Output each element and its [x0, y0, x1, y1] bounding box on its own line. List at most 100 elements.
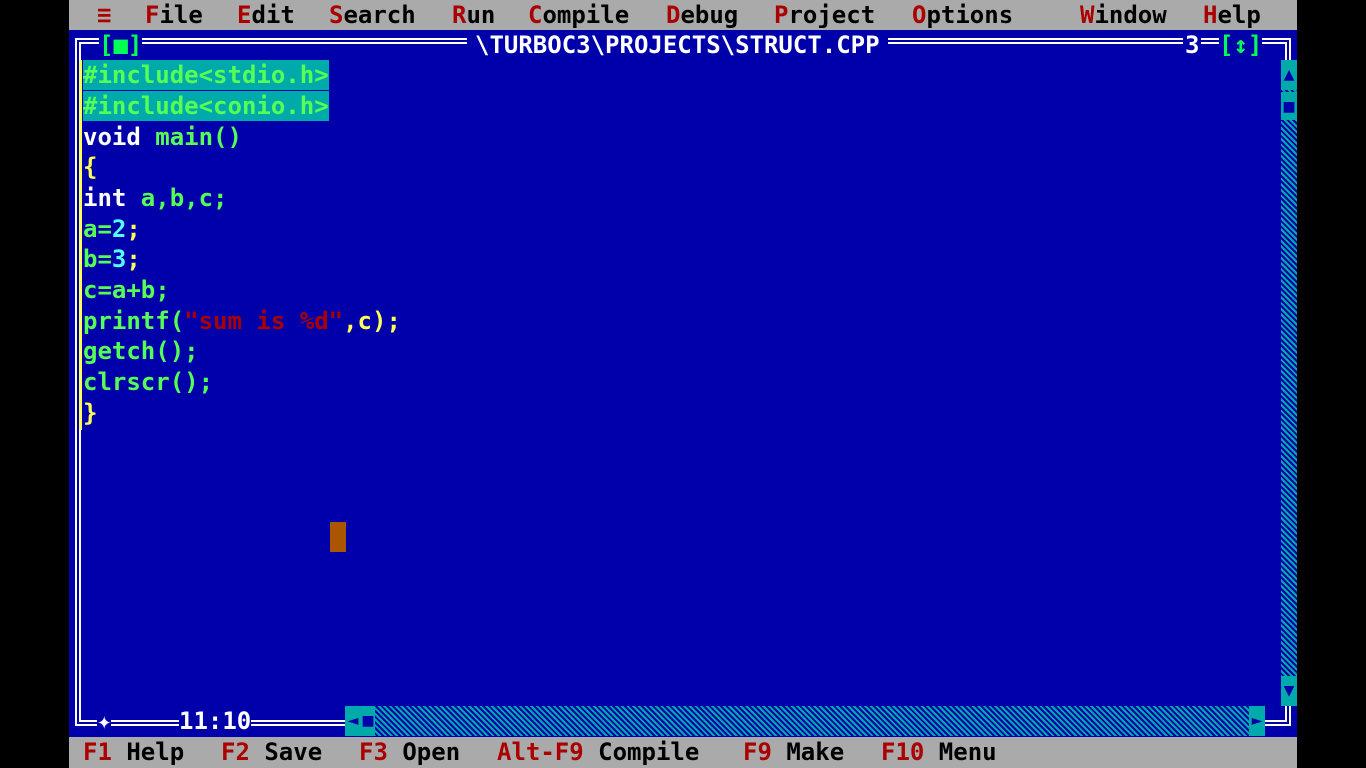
code-text: c=a+b;	[83, 276, 170, 304]
code-editor[interactable]: #include<stdio.h> #include<conio.h> void…	[79, 60, 1279, 706]
menu-window[interactable]: Window	[1080, 0, 1167, 30]
code-line: getch();	[83, 336, 199, 366]
menu-label: indow	[1094, 1, 1167, 29]
code-text: getch();	[83, 337, 199, 365]
code-text: ;	[126, 215, 141, 243]
code-number: 2	[111, 215, 127, 243]
scroll-left-arrow-icon[interactable]: ◄	[345, 706, 361, 736]
menu-debug[interactable]: Debug	[666, 0, 738, 30]
window-zoom-button[interactable]: [↕]	[1219, 30, 1263, 60]
code-text: clrscr();	[83, 368, 214, 396]
code-line: #include<conio.h>	[83, 91, 329, 121]
code-keyword: int	[83, 184, 127, 212]
menu-label: earch	[343, 1, 416, 29]
status-label: Open	[387, 738, 461, 766]
code-line: int a,b,c;	[83, 183, 228, 213]
menu-project[interactable]: Project	[774, 0, 875, 30]
status-compile[interactable]: Alt-F9 Compile	[497, 737, 699, 767]
modified-indicator-icon: ✦	[97, 706, 112, 736]
code-text: printf(	[83, 307, 185, 335]
vertical-scroll-thumb[interactable]: ■	[1281, 92, 1297, 120]
menu-help[interactable]: Help	[1203, 0, 1261, 30]
status-make[interactable]: F9 Make	[743, 737, 844, 767]
text-cursor	[330, 522, 346, 552]
zoom-icon[interactable]: [↕]	[1219, 31, 1262, 59]
code-gutter-marker	[79, 60, 82, 430]
menu-hotkey: C	[528, 1, 543, 29]
menu-label: ptions	[926, 1, 1014, 29]
cursor-position: 11:10	[179, 706, 252, 736]
code-text: a=	[83, 215, 112, 243]
vertical-scrollbar[interactable]	[1281, 60, 1297, 706]
menu-hotkey: D	[666, 1, 681, 29]
menu-options[interactable]: Options	[912, 0, 1013, 30]
code-text: #include<stdio.h>	[83, 61, 329, 89]
code-text: b=	[83, 245, 112, 273]
code-text: }	[83, 399, 98, 427]
code-line: b=3;	[83, 244, 141, 274]
turbo-c-ide: ≡ File Edit Search Run Compile Debug Pro…	[69, 0, 1297, 768]
code-text: ;	[126, 245, 141, 273]
status-open[interactable]: F3 Open	[359, 737, 460, 767]
code-text: main()	[140, 123, 242, 151]
code-text: #include<conio.h>	[83, 92, 329, 120]
window-close-button[interactable]: [■]	[99, 30, 143, 60]
menu-file[interactable]: File	[145, 0, 203, 30]
menu-hotkey: H	[1203, 1, 1218, 29]
code-number: 3	[111, 245, 127, 273]
status-save[interactable]: F2 Save	[221, 737, 322, 767]
code-line: c=a+b;	[83, 275, 170, 305]
code-line: a=2;	[83, 214, 141, 244]
menu-label: ebug	[680, 1, 739, 29]
code-text: ,c);	[343, 307, 401, 335]
menu-compile[interactable]: Compile	[528, 0, 629, 30]
code-line: }	[83, 398, 97, 428]
system-menu[interactable]: ≡	[97, 0, 111, 30]
status-key: Alt-F9	[497, 738, 584, 766]
code-keyword: void	[83, 123, 141, 151]
horizontal-scrollbar[interactable]	[345, 706, 1265, 736]
scroll-down-arrow-icon[interactable]: ▼	[1281, 676, 1297, 706]
status-menu[interactable]: F10 Menu	[881, 737, 997, 767]
status-label: Make	[771, 738, 845, 766]
menu-label: elp	[1217, 1, 1261, 29]
menu-bar: ≡ File Edit Search Run Compile Debug Pro…	[69, 0, 1297, 30]
menu-hotkey: P	[774, 1, 789, 29]
menu-edit[interactable]: Edit	[237, 0, 295, 30]
horizontal-scroll-thumb[interactable]: ■	[361, 706, 375, 736]
menu-hotkey: R	[452, 1, 467, 29]
menu-label: roject	[788, 1, 876, 29]
menu-label: ompile	[542, 1, 630, 29]
status-key: F10	[881, 738, 925, 766]
status-key: F1	[83, 738, 112, 766]
code-line: clrscr();	[83, 367, 213, 397]
status-help[interactable]: F1 Help	[83, 737, 184, 767]
code-line: void main()	[83, 122, 242, 152]
code-line: {	[83, 152, 97, 182]
status-bar: F1 Help F2 Save F3 Open Alt-F9 Compile F…	[69, 737, 1297, 768]
status-key: F9	[743, 738, 772, 766]
close-icon[interactable]: [■]	[99, 31, 142, 59]
menu-hotkey: O	[912, 1, 927, 29]
menu-search[interactable]: Search	[329, 0, 416, 30]
menu-run[interactable]: Run	[452, 0, 495, 30]
status-key: F2	[221, 738, 250, 766]
scroll-right-arrow-icon[interactable]: ►	[1249, 706, 1265, 736]
menu-hotkey: W	[1080, 1, 1095, 29]
menu-hotkey: F	[145, 1, 160, 29]
status-label: Menu	[924, 738, 997, 766]
window-number: 3	[1183, 30, 1202, 60]
menu-label: dit	[251, 1, 295, 29]
menu-hotkey: E	[237, 1, 252, 29]
code-line: #include<stdio.h>	[83, 60, 329, 90]
status-label: Save	[249, 738, 323, 766]
window-title: \TURBOC3\PROJECTS\STRUCT.CPP	[467, 30, 888, 60]
code-line: printf("sum is %d",c);	[83, 306, 401, 336]
menu-label: un	[466, 1, 496, 29]
menu-hotkey: S	[329, 1, 344, 29]
code-text: {	[83, 153, 98, 181]
status-key: F3	[359, 738, 388, 766]
scroll-up-arrow-icon[interactable]: ▲	[1281, 60, 1297, 90]
status-label: Compile	[583, 738, 700, 766]
code-text: a,b,c;	[126, 184, 228, 212]
